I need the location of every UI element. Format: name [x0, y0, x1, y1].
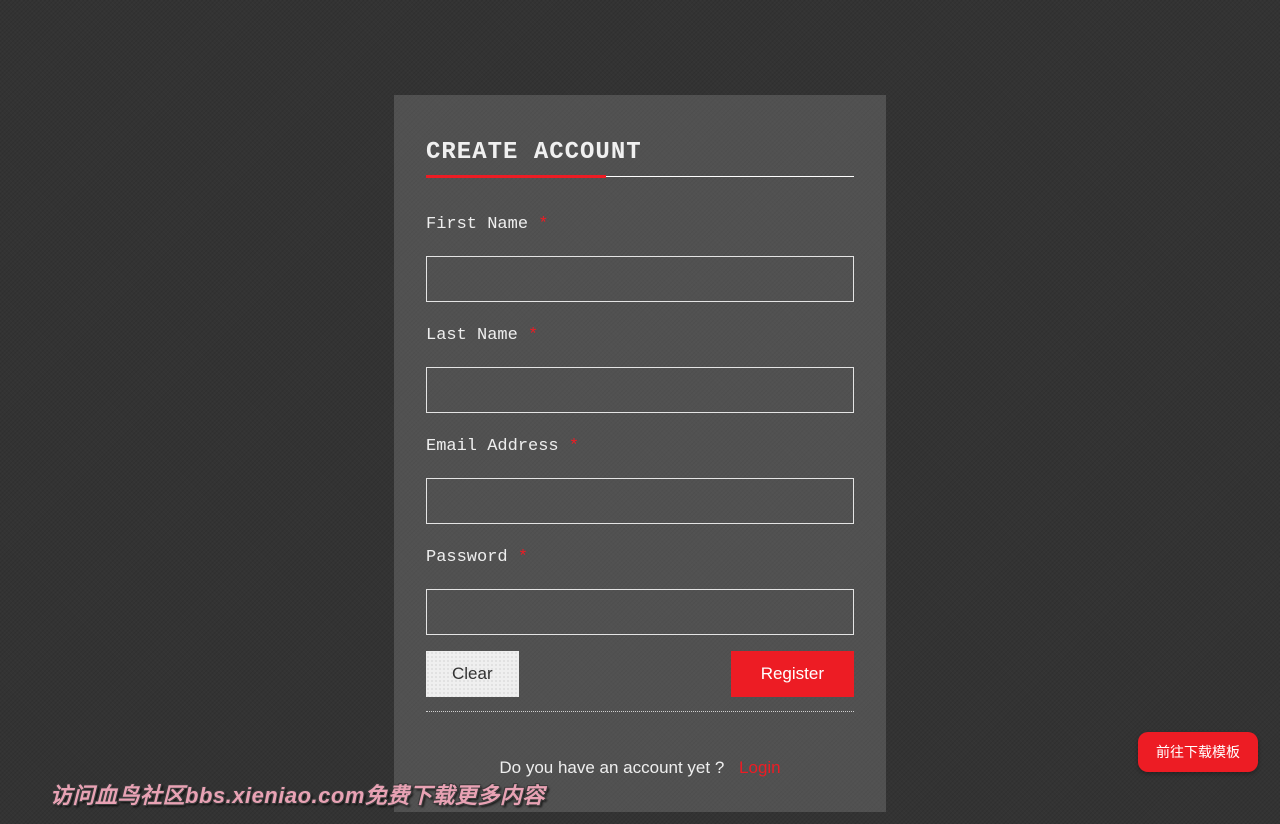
required-asterisk: * — [528, 326, 538, 345]
email-label-text: Email Address — [426, 437, 559, 456]
required-asterisk: * — [518, 548, 528, 567]
last-name-label: Last Name * — [426, 326, 854, 345]
page-title: CREATE ACCOUNT — [426, 139, 854, 177]
last-name-input[interactable] — [426, 367, 854, 413]
register-button[interactable]: Register — [731, 651, 854, 697]
password-input[interactable] — [426, 589, 854, 635]
clear-button[interactable]: Clear — [426, 651, 519, 697]
download-template-button[interactable]: 前往下载模板 — [1138, 732, 1258, 772]
required-asterisk: * — [569, 437, 579, 456]
create-account-panel: CREATE ACCOUNT First Name * Last Name * … — [394, 95, 886, 812]
button-row: Clear Register — [426, 651, 854, 712]
required-asterisk: * — [538, 215, 548, 234]
first-name-label: First Name * — [426, 215, 854, 234]
email-label: Email Address * — [426, 437, 854, 456]
first-name-label-text: First Name — [426, 215, 528, 234]
existing-account-text: Do you have an account yet ? — [499, 758, 724, 777]
login-link[interactable]: Login — [739, 758, 781, 777]
last-name-label-text: Last Name — [426, 326, 518, 345]
first-name-input[interactable] — [426, 256, 854, 302]
password-label-text: Password — [426, 548, 508, 567]
password-label: Password * — [426, 548, 854, 567]
email-input[interactable] — [426, 478, 854, 524]
existing-account-line: Do you have an account yet ? Login — [426, 758, 854, 778]
